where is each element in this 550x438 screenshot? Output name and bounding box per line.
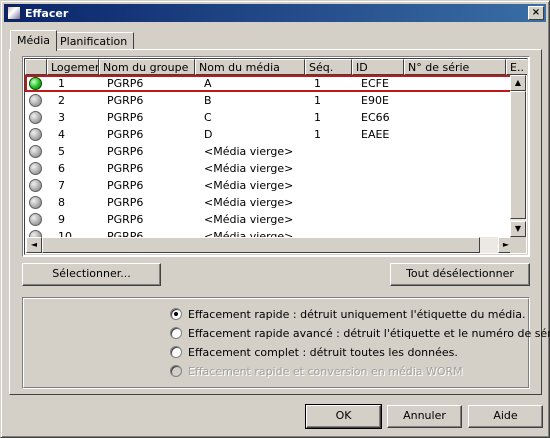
cell-seq: 1 bbox=[314, 94, 321, 107]
deselect-all-button[interactable]: Tout désélectionner bbox=[390, 263, 530, 286]
column-header-status[interactable] bbox=[25, 59, 47, 75]
radio-button bbox=[170, 365, 182, 377]
media-idle-icon bbox=[29, 179, 42, 192]
media-idle-icon bbox=[29, 94, 42, 107]
table-row[interactable]: 7 PGRP6 <Média vierge> bbox=[25, 177, 515, 194]
select-button[interactable]: Sélectionner... bbox=[22, 263, 161, 286]
table-row[interactable]: 4 PGRP6 D 1 EAEE bbox=[25, 126, 515, 143]
table-row[interactable]: 5 PGRP6 <Média vierge> bbox=[25, 143, 515, 160]
title-bar: Effacer × bbox=[4, 4, 546, 22]
cell-id: EAEE bbox=[361, 128, 390, 141]
cell-media: <Média vierge> bbox=[204, 145, 294, 158]
table-row[interactable]: 9 PGRP6 <Média vierge> bbox=[25, 211, 515, 228]
erase-option-3[interactable]: Effacement complet : détruit toutes les … bbox=[170, 344, 458, 360]
erase-options-group: Effacement rapide : détruit uniquement l… bbox=[22, 297, 550, 389]
radio-label: Effacement rapide : détruit uniquement l… bbox=[188, 307, 526, 321]
cell-media: <Média vierge> bbox=[204, 196, 294, 209]
cell-group: PGRP6 bbox=[107, 213, 144, 226]
radio-label: Effacement rapide avancé : détruit l'éti… bbox=[188, 326, 550, 340]
media-idle-icon bbox=[29, 111, 42, 124]
scroll-left-icon[interactable]: ◄ bbox=[26, 237, 42, 253]
cell-slot: 4 bbox=[58, 128, 65, 141]
close-button[interactable]: × bbox=[528, 6, 544, 20]
column-header-media-name[interactable]: Nom du média bbox=[195, 59, 305, 75]
cell-id: E90E bbox=[361, 94, 389, 107]
column-header-slot[interactable]: Logement bbox=[47, 59, 99, 75]
table-row[interactable]: 2 PGRP6 B 1 E90E bbox=[25, 92, 515, 109]
table-row[interactable]: 6 PGRP6 <Média vierge> bbox=[25, 160, 515, 177]
help-button[interactable]: Aide bbox=[468, 405, 543, 428]
erase-option-4: Effacement rapide et conversion en média… bbox=[170, 363, 463, 379]
vertical-scrollbar[interactable]: ▲ ▼ bbox=[510, 75, 526, 237]
cell-slot: 2 bbox=[58, 94, 65, 107]
cell-group: PGRP6 bbox=[107, 128, 144, 141]
radio-label: Effacement rapide et conversion en média… bbox=[188, 364, 463, 378]
column-header-seq[interactable]: Séq. bbox=[305, 59, 352, 75]
cell-group: PGRP6 bbox=[107, 145, 144, 158]
tab-planification[interactable]: Planification bbox=[53, 32, 135, 50]
radio-button[interactable] bbox=[170, 346, 182, 358]
column-header-id[interactable]: ID bbox=[352, 59, 404, 75]
erase-option-2[interactable]: Effacement rapide avancé : détruit l'éti… bbox=[170, 325, 550, 341]
media-idle-icon bbox=[29, 162, 42, 175]
cell-group: PGRP6 bbox=[107, 94, 144, 107]
media-idle-icon bbox=[29, 128, 42, 141]
radio-label: Effacement complet : détruit toutes les … bbox=[188, 345, 458, 359]
media-ready-icon bbox=[29, 77, 42, 90]
erase-option-1[interactable]: Effacement rapide : détruit uniquement l… bbox=[170, 306, 526, 322]
column-header-serial[interactable]: N° de série bbox=[404, 59, 506, 75]
horizontal-scroll-thumb[interactable] bbox=[42, 237, 480, 253]
column-header-group[interactable]: Nom du groupe bbox=[99, 59, 195, 75]
tab-media[interactable]: Média bbox=[10, 30, 58, 51]
horizontal-scrollbar[interactable]: ◄ ► bbox=[26, 237, 514, 253]
table-row[interactable]: 8 PGRP6 <Média vierge> bbox=[25, 194, 515, 211]
erase-dialog: Effacer × Média Planification Logement N… bbox=[0, 0, 550, 438]
app-icon bbox=[7, 6, 21, 20]
ok-button[interactable]: OK bbox=[305, 404, 382, 429]
media-idle-icon bbox=[29, 145, 42, 158]
radio-button[interactable] bbox=[170, 327, 182, 339]
media-idle-icon bbox=[29, 196, 42, 209]
scroll-corner bbox=[510, 237, 526, 253]
media-list[interactable]: Logement Nom du groupe Nom du média Séq.… bbox=[22, 56, 530, 257]
cell-group: PGRP6 bbox=[107, 179, 144, 192]
vertical-scroll-thumb[interactable] bbox=[510, 91, 526, 219]
cell-group: PGRP6 bbox=[107, 196, 144, 209]
cell-seq: 1 bbox=[314, 128, 321, 141]
cell-group: PGRP6 bbox=[107, 111, 144, 124]
list-header: Logement Nom du groupe Nom du média Séq.… bbox=[25, 59, 527, 75]
cell-seq: 1 bbox=[314, 77, 321, 90]
cell-media: <Média vierge> bbox=[204, 213, 294, 226]
cell-group: PGRP6 bbox=[107, 77, 144, 90]
cell-slot: 3 bbox=[58, 111, 65, 124]
cell-media: A bbox=[204, 77, 212, 90]
cell-slot: 6 bbox=[58, 162, 65, 175]
cell-slot: 8 bbox=[58, 196, 65, 209]
radio-button[interactable] bbox=[170, 308, 182, 320]
table-row[interactable]: 3 PGRP6 C 1 EC66 bbox=[25, 109, 515, 126]
column-header-extra[interactable]: E.. bbox=[506, 59, 527, 75]
cell-media: C bbox=[204, 111, 212, 124]
cell-id: EC66 bbox=[361, 111, 390, 124]
cell-slot: 9 bbox=[58, 213, 65, 226]
window-title: Effacer bbox=[25, 6, 69, 20]
cell-media: B bbox=[204, 94, 212, 107]
list-rows: 1 PGRP6 A 1 ECFE 2 PGRP6 B 1 E90E 3 PGRP6 C 1 EC66 4 PGR… bbox=[25, 75, 515, 245]
cell-id: ECFE bbox=[361, 77, 389, 90]
scroll-up-icon[interactable]: ▲ bbox=[510, 75, 526, 91]
cell-seq: 1 bbox=[314, 111, 321, 124]
cell-media: D bbox=[204, 128, 213, 141]
cell-media: <Média vierge> bbox=[204, 179, 294, 192]
cell-group: PGRP6 bbox=[107, 162, 144, 175]
cell-slot: 5 bbox=[58, 145, 65, 158]
cell-slot: 1 bbox=[58, 77, 65, 90]
scroll-down-icon[interactable]: ▼ bbox=[510, 221, 526, 237]
cell-slot: 7 bbox=[58, 179, 65, 192]
media-idle-icon bbox=[29, 213, 42, 226]
cell-media: <Média vierge> bbox=[204, 162, 294, 175]
cancel-button[interactable]: Annuler bbox=[387, 405, 462, 428]
table-row[interactable]: 1 PGRP6 A 1 ECFE bbox=[25, 75, 515, 92]
